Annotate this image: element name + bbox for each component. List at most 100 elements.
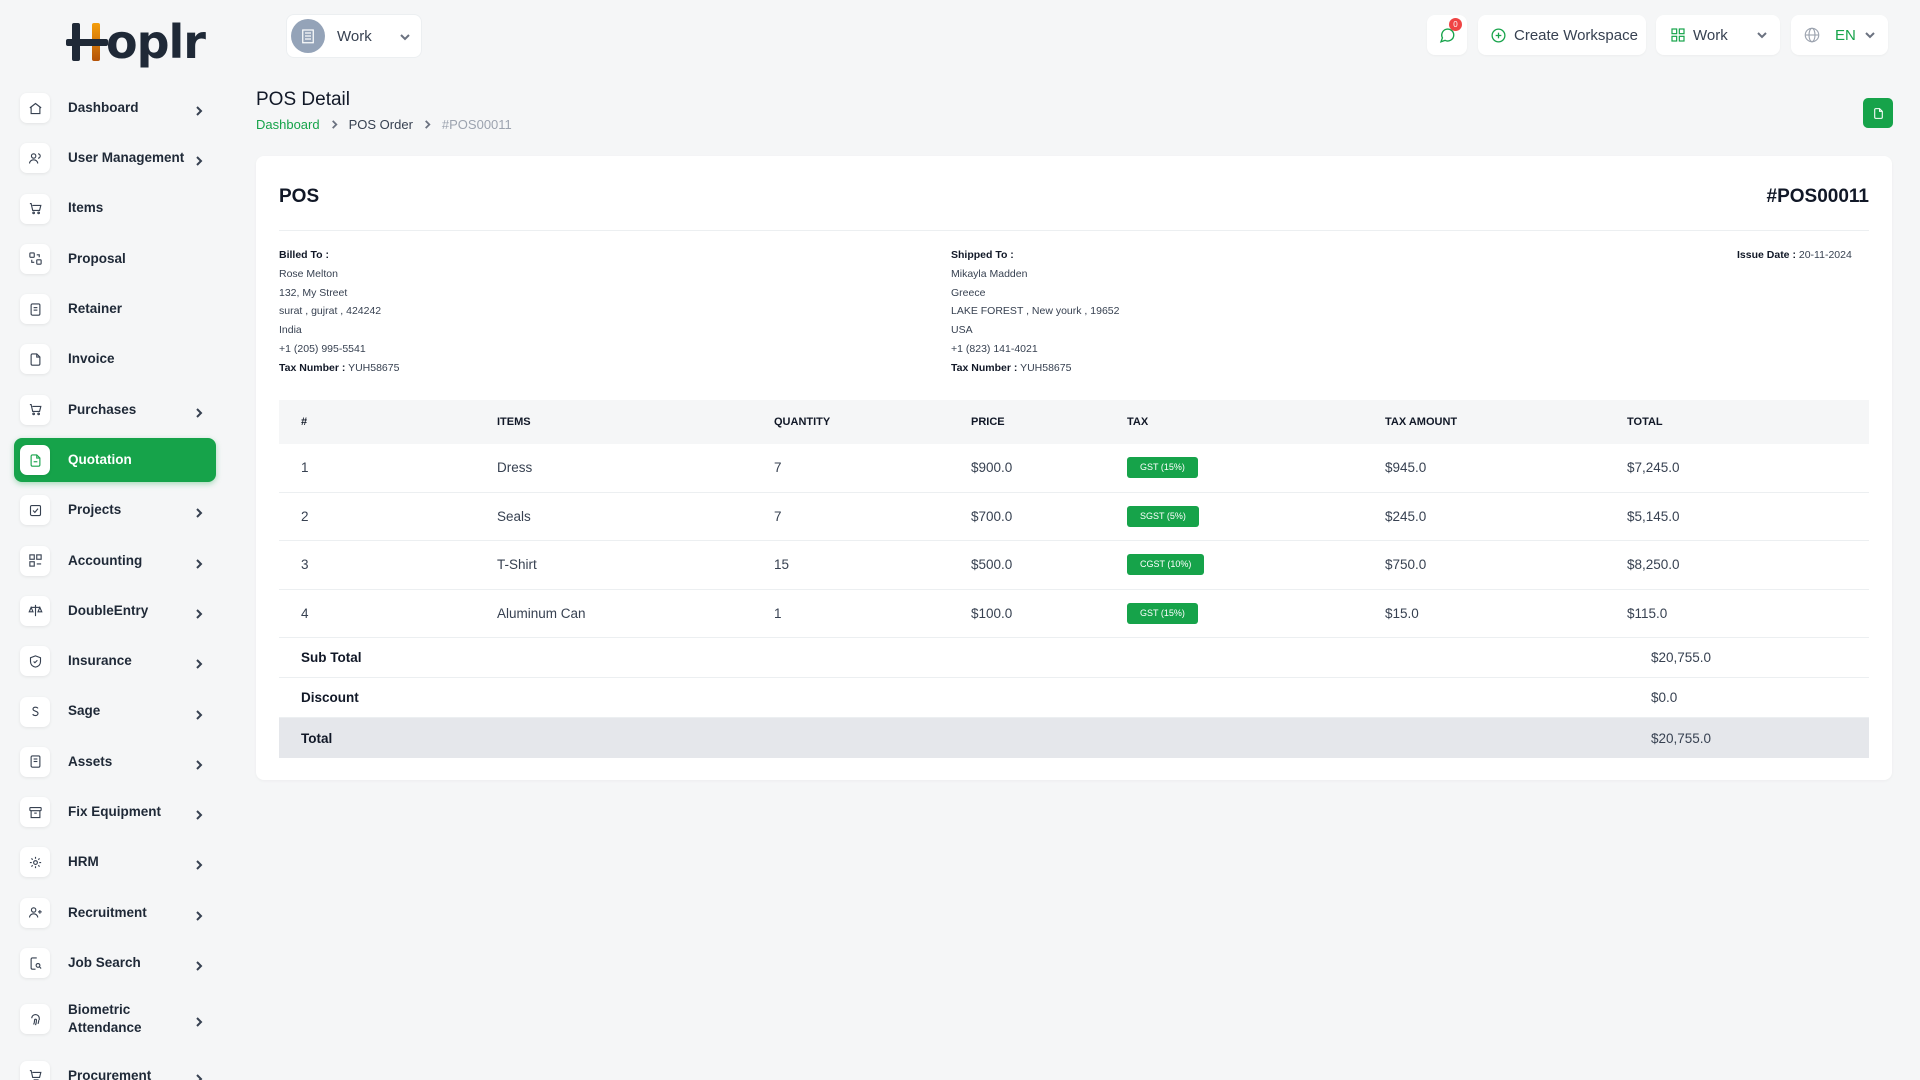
user-plus-icon [20,897,50,928]
issue-date-block: Issue Date : 20-11-2024 [1737,246,1852,265]
table-cell: Aluminum Can [497,605,586,621]
sidebar-item-proposal[interactable]: Proposal [14,237,216,281]
sidebar-nav: Dashboard User Management Items Proposal Ret… [14,86,216,1080]
sidebar-item-label: Proposal [68,250,126,266]
sidebar-item-hrm[interactable]: HRM [14,840,216,884]
table-cell: 15 [774,557,790,573]
notification-badge: 0 [1449,18,1462,31]
table-cell: 2 [301,508,309,524]
archive-icon [20,797,50,828]
table-cell: 1 [774,605,782,621]
accounting-icon [20,545,50,576]
grid-icon [1671,28,1685,42]
sidebar-item-sage[interactable]: Sage [14,690,216,734]
table-cell: $750.0 [1385,557,1427,573]
shipped-city: LAKE FOREST , New yourk , 19652 [951,305,1120,318]
sidebar-item-label: Dashboard [68,99,139,115]
tax-badge: GST (15%) [1127,457,1198,479]
chevron-down-icon [1756,28,1768,45]
chevron-right-icon [194,757,204,770]
tax-badge: SGST (5%) [1127,505,1199,527]
column-header: # [301,416,308,428]
sidebar-item-insurance[interactable]: Insurance [14,639,216,683]
chevron-right-icon [194,606,204,619]
sidebar-item-label: Projects [68,502,122,518]
chevron-right-icon [194,556,204,569]
breadcrumb-pos-order[interactable]: POS Order [349,117,413,132]
total-label: Total [301,730,333,746]
billed-city: surat , gujrat , 424242 [279,305,382,318]
table-row: 3 T-Shirt 15 $500.0 CGST (10%) $750.0 $8,250.0 [279,541,1869,590]
sidebar-item-items[interactable]: Items [14,187,216,231]
app-logo[interactable]: oplr [66,14,206,70]
sidebar-item-user-management[interactable]: User Management [14,136,216,180]
pos-detail-card: POS #POS00011 Billed To : Rose Melton 13… [256,156,1892,780]
sidebar-item-invoice[interactable]: Invoice [14,337,216,381]
chevron-right-icon [194,857,204,871]
sidebar-item-accounting[interactable]: Accounting [14,539,216,583]
total-row: Total $20,755.0 [279,718,1869,758]
language-label: EN [1835,26,1856,44]
sidebar-item-label: DoubleEntry [68,602,149,618]
hrm-icon [20,847,50,878]
sidebar-item-projects[interactable]: Projects [14,488,216,532]
workspace-selector[interactable]: Work [286,14,422,58]
sidebar-item-label: Retainer [68,301,123,317]
cart-icon [20,193,50,224]
cart-icon [20,394,50,425]
discount-row: Discount $0.0 [279,678,1869,718]
table-cell: $245.0 [1385,508,1427,524]
table-cell: $7,245.0 [1627,460,1680,476]
sidebar-item-retainer[interactable]: Retainer [14,287,216,331]
chevron-right-icon [194,505,204,519]
chevron-right-icon [194,707,204,720]
sidebar-item-job-search[interactable]: Job Search [14,941,216,985]
shipped-name: Mikayla Madden [951,267,1028,280]
issue-date-label: Issue Date : [1737,249,1796,261]
sidebar-item-label: Fix Equipment [68,804,162,820]
chevron-down-icon [1864,28,1876,45]
sidebar-item-label: Purchases [68,401,137,417]
tax-badge-label: GST (15%) [1127,457,1198,479]
work-label: Work [1693,26,1728,44]
work-dropdown[interactable]: Work [1656,15,1780,55]
download-pdf-button[interactable] [1863,98,1893,128]
sub-total-label: Sub Total [301,650,362,665]
users-icon [20,143,50,174]
sidebar-item-biometric-attendance[interactable]: Biometric Attendance [14,991,216,1047]
sidebar-item-label: Accounting [68,552,143,568]
sidebar-item-label: User Management [68,150,185,166]
table-cell: Dress [497,460,533,476]
shipped-street: Greece [951,286,986,299]
sidebar-item-doubleentry[interactable]: DoubleEntry [14,589,216,633]
shipped-to-block: Shipped To : Mikayla Madden Greece LAKE … [951,246,1119,378]
messages-button[interactable]: 0 [1427,15,1467,55]
sidebar-item-fix-equipment[interactable]: Fix Equipment [14,790,216,834]
shipped-to-heading: Shipped To : [951,249,1014,261]
table-body: 1 Dress 7 $900.0 GST (15%) $945.0 $7,245.0 2 Sea… [279,444,1869,638]
breadcrumb-dashboard[interactable]: Dashboard [256,117,320,132]
sidebar-item-procurement[interactable]: Procurement [14,1054,216,1080]
sidebar-item-recruitment[interactable]: Recruitment [14,891,216,935]
table-cell: $500.0 [971,557,1013,573]
create-workspace-button[interactable]: Create Workspace [1478,15,1646,55]
sidebar-item-dashboard[interactable]: Dashboard [14,86,216,130]
column-header: PRICE [971,416,1005,428]
sidebar-item-purchases[interactable]: Purchases [14,388,216,432]
discount-value: $0.0 [1651,690,1678,705]
table-row: 4 Aluminum Can 1 $100.0 GST (15%) $15.0 $115.0 [279,590,1869,638]
globe-icon [1804,27,1820,43]
chevron-down-icon [399,30,411,48]
card-title: POS [279,186,320,207]
plus-circle-icon [1491,27,1506,43]
invoice-icon [20,344,50,375]
shipped-tax-number: YUH58675 [1020,361,1072,374]
sidebar-item-quotation[interactable]: Quotation [14,438,216,483]
language-dropdown[interactable]: EN [1791,15,1888,55]
billed-country: India [279,324,302,337]
shipped-phone: +1 (823) 141-4021 [951,342,1038,355]
table-cell: $115.0 [1627,605,1668,621]
table-cell: $900.0 [971,460,1013,476]
sidebar-item-assets[interactable]: Assets [14,740,216,784]
table-cell: $945.0 [1385,460,1427,476]
